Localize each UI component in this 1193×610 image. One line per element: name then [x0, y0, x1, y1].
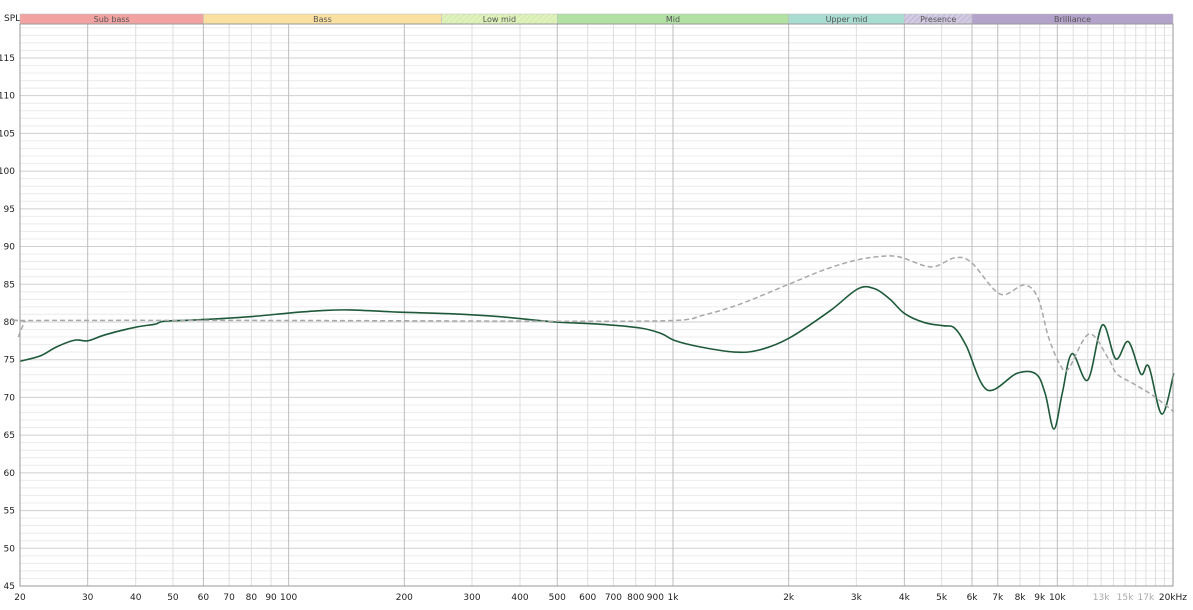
x-tick-label: 20: [14, 593, 26, 603]
x-tick-label: 9k: [1034, 593, 1046, 603]
x-tick-label: 500: [549, 593, 566, 603]
band-label: Sub bass: [94, 15, 130, 24]
x-tick-label: 70: [223, 593, 235, 603]
band-label: Brilliance: [1054, 15, 1091, 24]
x-tick-label: 50: [167, 593, 179, 603]
x-tick-label: 300: [463, 593, 480, 603]
x-tick-label: 200: [396, 593, 413, 603]
band-label: Bass: [313, 15, 332, 24]
y-tick-label: 60: [4, 469, 16, 479]
series-line-measurement: [19, 285, 1175, 430]
x-tick-label: 3k: [851, 593, 863, 603]
x-tick-label: 2k: [783, 593, 795, 603]
y-axis-label: SPL: [4, 14, 20, 24]
x-tick-label: 700: [605, 593, 622, 603]
x-tick-label: 13k: [1093, 593, 1110, 603]
y-tick-label: 115: [0, 54, 15, 64]
x-tick-label: 100: [280, 593, 297, 603]
band-label: Low mid: [483, 15, 516, 24]
x-tick-label: 60: [198, 593, 210, 603]
x-tick-label: 4k: [899, 593, 911, 603]
x-tick-label: 40: [130, 593, 142, 603]
plot-frame: [19, 23, 1174, 587]
x-tick-label: 20kHz: [1159, 593, 1187, 603]
x-tick-label: 6k: [967, 593, 979, 603]
band-label: Upper mid: [826, 15, 868, 24]
frequency-bands: Sub bass Bass Low mid Mid Upper mid Presence B…: [19, 13, 1174, 25]
y-tick-label: 65: [4, 431, 15, 441]
x-tick-label: 8k: [1015, 593, 1027, 603]
x-tick-label: 10k: [1049, 593, 1066, 603]
y-tick-label: 45: [4, 582, 15, 592]
x-tick-label: 90: [265, 593, 277, 603]
x-tick-label: 900: [647, 593, 664, 603]
y-tick-label: 90: [4, 243, 16, 253]
y-tick-label: 80: [4, 318, 16, 328]
grid: [20, 24, 1173, 586]
frequency-response-chart: SPL Sub bass Bass Low mid Mid Upper mid Prese…: [0, 13, 1187, 603]
y-tick-labels: 45 50 55 60 65 70 75 80 85 90 95 100 105 110 115: [0, 54, 15, 592]
x-tick-label: 800: [627, 593, 644, 603]
y-tick-label: 50: [4, 544, 16, 554]
y-tick-label: 100: [0, 167, 15, 177]
y-tick-label: 75: [4, 356, 15, 366]
x-tick-label: 15k: [1117, 593, 1134, 603]
series-line-target: [10, 255, 1175, 413]
band-label: Mid: [666, 15, 680, 24]
y-tick-label: 55: [4, 507, 15, 517]
y-tick-label: 85: [4, 280, 15, 290]
x-tick-label: 1k: [667, 593, 679, 603]
band-label: Presence: [920, 15, 956, 24]
x-tick-label: 400: [511, 593, 528, 603]
y-tick-label: 70: [4, 393, 16, 403]
y-tick-label: 95: [4, 205, 15, 215]
x-tick-label: 600: [579, 593, 596, 603]
x-tick-label: 5k: [936, 593, 948, 603]
x-tick-label: 80: [246, 593, 258, 603]
y-tick-label: 110: [0, 92, 15, 102]
series-lines: [10, 255, 1175, 430]
y-tick-label: 105: [0, 129, 15, 139]
x-tick-label: 7k: [992, 593, 1004, 603]
x-tick-labels: 20 30 40 50 60 70 80 90 100 200 300 400 500 600 700 800…: [14, 593, 1187, 603]
x-tick-label: 17k: [1138, 593, 1155, 603]
x-tick-label: 30: [82, 593, 94, 603]
